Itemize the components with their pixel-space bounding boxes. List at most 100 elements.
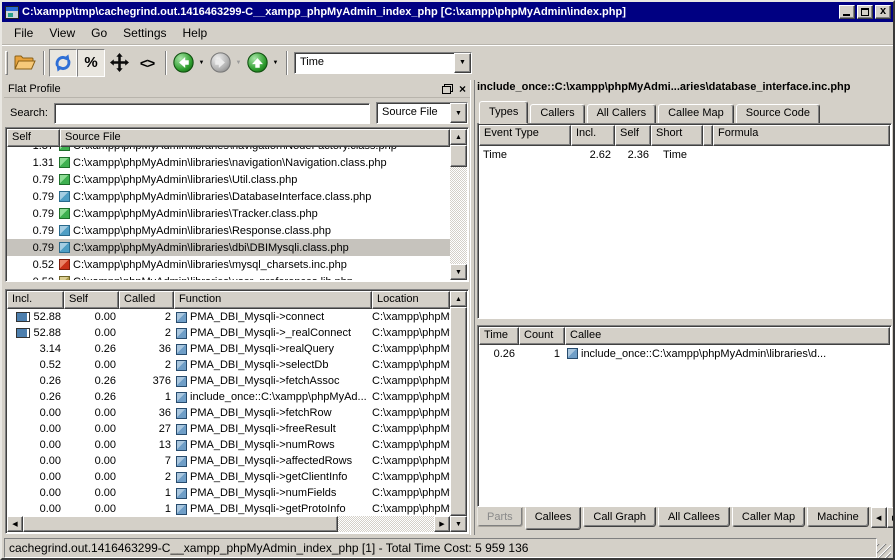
event-type-select[interactable]: Time ▼: [294, 52, 472, 74]
minimize-button[interactable]: [839, 5, 855, 19]
function-table-scrollbar[interactable]: ▲ ▼: [450, 291, 467, 532]
column-header-location[interactable]: Location: [372, 291, 450, 309]
column-header-called[interactable]: Called: [119, 291, 174, 309]
menu-item[interactable]: Settings: [115, 24, 174, 42]
function-row[interactable]: 0.00 0.00 13 PMA_DBI_Mysqli->numRows C:\…: [7, 437, 450, 453]
cycle-detection-button[interactable]: <>: [133, 49, 161, 77]
dock-title-bar[interactable]: Flat Profile ×: [4, 80, 470, 98]
reload-button[interactable]: [49, 49, 77, 77]
resize-grip[interactable]: [877, 544, 891, 558]
float-dock-icon[interactable]: [442, 84, 453, 94]
back-dropdown[interactable]: ▼: [195, 50, 208, 76]
scrollbar-thumb[interactable]: [450, 145, 467, 167]
toolbar-drag-handle[interactable]: [5, 51, 8, 75]
detail-tab[interactable]: All Callers: [587, 104, 657, 124]
tab-scroll-right-icon[interactable]: ▶: [887, 507, 895, 528]
detail-tab[interactable]: Callers: [530, 104, 584, 124]
file-row[interactable]: 0.79 C:\xampp\phpMyAdmin\libraries\Respo…: [7, 222, 450, 239]
column-header-count[interactable]: Count: [519, 327, 565, 345]
function-row[interactable]: 0.52 0.00 2 PMA_DBI_Mysqli->selectDb C:\…: [7, 357, 450, 373]
column-header-function[interactable]: Function: [174, 291, 372, 309]
scroll-left-icon[interactable]: ◀: [7, 516, 23, 532]
function-row[interactable]: 52.88 0.00 2 PMA_DBI_Mysqli->connect C:\…: [7, 309, 450, 325]
back-button[interactable]: [171, 50, 195, 76]
column-header-formula[interactable]: Formula: [713, 125, 890, 146]
column-header-incl[interactable]: Incl.: [7, 291, 64, 309]
percent-button[interactable]: %: [77, 49, 105, 77]
file-row[interactable]: 1.31 C:\xampp\phpMyAdmin\libraries\navig…: [7, 154, 450, 171]
bottom-tab[interactable]: Parts: [477, 507, 523, 527]
scrollbar-thumb[interactable]: [23, 516, 338, 532]
function-row[interactable]: 0.00 0.00 2 PMA_DBI_Mysqli->getClientInf…: [7, 469, 450, 485]
open-button[interactable]: [11, 49, 39, 77]
function-row[interactable]: 0.26 0.26 1 include_once::C:\xampp\phpMy…: [7, 389, 450, 405]
function-row[interactable]: 0.26 0.26 376 PMA_DBI_Mysqli->fetchAssoc…: [7, 373, 450, 389]
tab-scroll-left-icon[interactable]: ◀: [871, 507, 887, 528]
up-button[interactable]: [245, 50, 269, 76]
scrollbar-track[interactable]: [338, 516, 434, 532]
maximize-button[interactable]: [857, 5, 873, 19]
column-header-self[interactable]: Self: [615, 125, 651, 146]
event-row[interactable]: Time 2.62 2.36 Time: [479, 146, 890, 163]
tab-scroll-buttons: ◀ ▶: [871, 507, 895, 528]
file-row[interactable]: 0.79 C:\xampp\phpMyAdmin\libraries\Util.…: [7, 171, 450, 188]
title-bar[interactable]: C:\xampp\tmp\cachegrind.out.1416463299-C…: [2, 2, 893, 22]
file-row[interactable]: 0.79 C:\xampp\phpMyAdmin\libraries\Track…: [7, 205, 450, 222]
function-row[interactable]: 0.00 0.00 36 PMA_DBI_Mysqli->fetchRow C:…: [7, 405, 450, 421]
function-row[interactable]: 0.00 0.00 1 PMA_DBI_Mysqli->numFields C:…: [7, 485, 450, 501]
column-header-source-file[interactable]: Source File: [60, 129, 450, 147]
column-header-event-type[interactable]: Event Type: [479, 125, 571, 146]
incl-cell: 0.52: [7, 359, 64, 371]
file-row[interactable]: 1.37 C:\xampp\phpMyAdmin\libraries\navig…: [7, 147, 450, 154]
search-input[interactable]: [54, 103, 370, 124]
forward-button[interactable]: [208, 50, 232, 76]
column-header-self[interactable]: Self: [64, 291, 119, 309]
file-row[interactable]: 0.52 C:\xampp\phpMyAdmin\libraries\user_…: [7, 273, 450, 280]
column-header-callee[interactable]: Callee: [565, 327, 890, 345]
self-cost: 0.79: [7, 191, 57, 203]
column-header-spacer[interactable]: [703, 125, 713, 146]
function-row[interactable]: 0.00 0.00 1 PMA_DBI_Mysqli->getProtoInfo…: [7, 501, 450, 516]
column-header-self[interactable]: Self: [7, 129, 60, 147]
detail-tab[interactable]: Callee Map: [658, 104, 734, 124]
scrollbar-track[interactable]: [450, 167, 467, 264]
chevron-down-icon[interactable]: ▼: [454, 53, 471, 73]
bottom-tab[interactable]: Callees: [525, 507, 582, 530]
file-row[interactable]: 0.79 C:\xampp\phpMyAdmin\libraries\dbi\D…: [7, 239, 450, 256]
menu-item[interactable]: View: [41, 24, 83, 42]
forward-dropdown[interactable]: ▼: [232, 50, 245, 76]
scroll-down-icon[interactable]: ▼: [450, 264, 467, 280]
scrollbar-thumb[interactable]: [450, 307, 467, 516]
up-dropdown[interactable]: ▼: [269, 50, 282, 76]
callee-row[interactable]: 0.26 1 include_once::C:\xampp\phpMyAdmin…: [479, 345, 890, 362]
bottom-tab[interactable]: All Callees: [658, 507, 730, 527]
bottom-tab[interactable]: Machine: [807, 507, 869, 527]
column-header-short[interactable]: Short: [651, 125, 703, 146]
close-button[interactable]: x: [875, 5, 891, 19]
chevron-down-icon[interactable]: ▼: [450, 103, 467, 123]
bottom-tab[interactable]: Caller Map: [732, 507, 805, 527]
detail-tab[interactable]: Types: [479, 101, 528, 124]
function-row[interactable]: 0.00 0.00 7 PMA_DBI_Mysqli->affectedRows…: [7, 453, 450, 469]
group-by-select[interactable]: Source File ▼: [376, 102, 468, 124]
scroll-right-icon[interactable]: ▶: [434, 516, 450, 532]
function-row[interactable]: 0.00 0.00 27 PMA_DBI_Mysqli->freeResult …: [7, 421, 450, 437]
bottom-tab[interactable]: Call Graph: [583, 507, 656, 527]
scroll-up-icon[interactable]: ▲: [450, 129, 467, 145]
column-header-time[interactable]: Time: [479, 327, 519, 345]
column-header-incl[interactable]: Incl.: [571, 125, 615, 146]
function-row[interactable]: 52.88 0.00 2 PMA_DBI_Mysqli->_realConnec…: [7, 325, 450, 341]
menu-item[interactable]: Go: [83, 24, 115, 42]
horizontal-scrollbar[interactable]: ◀ ▶: [7, 516, 450, 532]
scroll-down-icon[interactable]: ▼: [450, 516, 467, 532]
menu-item[interactable]: Help: [175, 24, 216, 42]
detail-tab[interactable]: Source Code: [736, 104, 820, 124]
close-dock-icon[interactable]: ×: [459, 84, 466, 94]
file-list-scrollbar[interactable]: ▲ ▼: [450, 129, 467, 280]
relative-cost-button[interactable]: [105, 49, 133, 77]
file-row[interactable]: 0.79 C:\xampp\phpMyAdmin\libraries\Datab…: [7, 188, 450, 205]
scroll-up-icon[interactable]: ▲: [450, 291, 467, 307]
function-row[interactable]: 3.14 0.26 36 PMA_DBI_Mysqli->realQuery C…: [7, 341, 450, 357]
menu-item[interactable]: File: [6, 24, 41, 42]
file-row[interactable]: 0.52 C:\xampp\phpMyAdmin\libraries\mysql…: [7, 256, 450, 273]
